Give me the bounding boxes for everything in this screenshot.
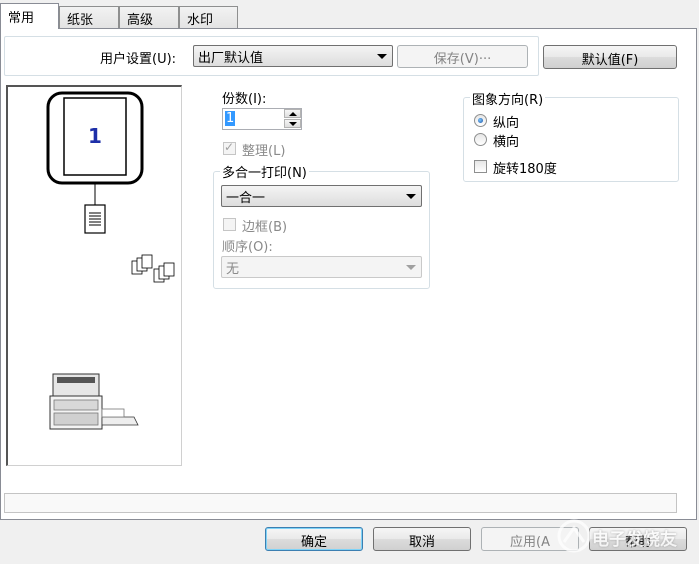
- watermark-text: 电子发烧友: [592, 530, 677, 550]
- save-settings-label: 保存(V)···: [433, 52, 492, 67]
- radio-selected-dot: [478, 118, 483, 123]
- chevron-down-icon: [377, 54, 387, 59]
- copies-input[interactable]: 1: [222, 108, 302, 130]
- tab-general[interactable]: 常用: [0, 3, 59, 29]
- rotate-180-label: 旋转180度: [493, 162, 557, 177]
- copies-down-button[interactable]: [284, 119, 301, 128]
- copies-label: 份数(I):: [222, 92, 267, 107]
- portrait-radio[interactable]: [474, 114, 487, 127]
- tab-general-label: 常用: [8, 11, 35, 26]
- collate-label: 整理(L): [242, 144, 286, 159]
- user-settings-label: 用户设置(U):: [100, 52, 177, 67]
- ok-button[interactable]: 确定: [265, 527, 363, 551]
- tab-paper[interactable]: 纸张: [59, 6, 119, 28]
- order-select[interactable]: 无: [221, 256, 422, 278]
- rotate-180-checkbox[interactable]: [474, 160, 487, 173]
- user-settings-select[interactable]: 出厂默认值: [193, 45, 393, 67]
- user-settings-value: 出厂默认值: [198, 51, 264, 66]
- chevron-down-icon: [406, 265, 416, 270]
- nup-value: 一合一: [226, 191, 266, 206]
- arrow-down-icon: [289, 122, 297, 126]
- cancel-label: 取消: [408, 535, 435, 550]
- printer-icon: [49, 373, 139, 430]
- chevron-down-icon: [406, 194, 416, 199]
- apply-label: 应用(A: [510, 535, 550, 550]
- watermark-logo-icon: [557, 519, 591, 553]
- tab-watermark-label: 水印: [187, 13, 214, 28]
- order-label: 顺序(O):: [222, 240, 273, 255]
- landscape-radio[interactable]: [474, 133, 487, 146]
- collate-checkbox[interactable]: ✓: [223, 140, 236, 155]
- tab-watermark[interactable]: 水印: [179, 6, 238, 28]
- cancel-button[interactable]: 取消: [373, 527, 471, 551]
- nup-group-title: 多合一打印(N): [220, 162, 309, 181]
- border-checkbox[interactable]: [223, 218, 236, 231]
- border-label: 边框(B): [242, 220, 288, 235]
- arrow-up-icon: [289, 112, 297, 116]
- site-watermark: 电子发烧友: [554, 516, 694, 556]
- orientation-group-title: 图象方向(R): [470, 89, 546, 108]
- default-values-label: 默认值(F): [581, 53, 639, 68]
- copies-value: 1: [225, 111, 236, 126]
- portrait-label: 纵向: [493, 116, 520, 131]
- order-value: 无: [226, 262, 240, 277]
- check-icon: ✓: [224, 140, 235, 154]
- preview-page-number: 1: [88, 124, 102, 148]
- default-values-button[interactable]: 默认值(F): [543, 45, 677, 69]
- save-settings-button[interactable]: 保存(V)···: [397, 45, 528, 68]
- nup-select[interactable]: 一合一: [221, 185, 422, 207]
- tab-advanced[interactable]: 高级: [119, 6, 179, 28]
- tab-advanced-label: 高级: [127, 13, 154, 28]
- ok-label: 确定: [300, 535, 327, 550]
- landscape-label: 横向: [493, 135, 520, 150]
- copies-up-button[interactable]: [284, 109, 301, 118]
- info-bar: [4, 493, 677, 513]
- preview-panel: 1: [6, 85, 182, 466]
- tab-paper-label: 纸张: [67, 13, 94, 28]
- collate-copies-icon: [131, 254, 175, 283]
